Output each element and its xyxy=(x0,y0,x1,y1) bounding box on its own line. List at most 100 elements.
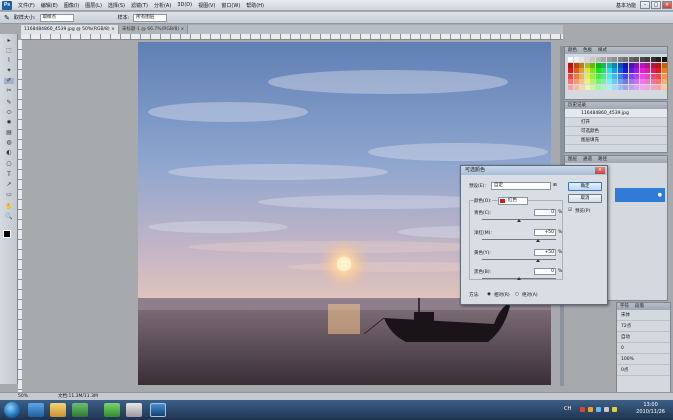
tab-photo[interactable]: 1168484860_4539.jpg @ 50%(RGB/8) × xyxy=(21,25,119,34)
swatch-cell[interactable] xyxy=(579,57,584,62)
ok-button[interactable]: 确定 xyxy=(568,182,602,191)
swatch-cell[interactable] xyxy=(606,79,612,84)
yellow-slider-thumb[interactable] xyxy=(536,259,540,262)
magenta-slider-thumb[interactable] xyxy=(536,239,540,242)
swatch-cell[interactable] xyxy=(617,68,623,73)
swatch-cell[interactable] xyxy=(645,79,650,84)
ie-icon[interactable] xyxy=(28,403,44,417)
swatch-cell[interactable] xyxy=(639,79,645,84)
black-input[interactable]: 0 xyxy=(534,268,556,275)
swatch-cell[interactable] xyxy=(595,68,601,73)
stamp-tool-icon[interactable]: ⬭ xyxy=(4,110,14,116)
swatch-cell[interactable] xyxy=(634,84,639,90)
language-indicator[interactable]: CH xyxy=(564,406,571,412)
swatch-cell[interactable] xyxy=(601,73,606,79)
relative-radio[interactable]: ◉ xyxy=(487,292,491,297)
swatch-cell[interactable] xyxy=(645,68,650,73)
menu-layer[interactable]: 图层(L) xyxy=(85,2,102,9)
brush-tool-icon[interactable]: ✎ xyxy=(4,100,14,106)
swatch-cell[interactable] xyxy=(601,62,606,68)
history-item-selective-color[interactable]: 可选颜色 xyxy=(565,127,667,136)
swatch-cell[interactable] xyxy=(617,73,623,79)
leading-field[interactable]: 自动 xyxy=(617,332,670,343)
swatch-cell[interactable] xyxy=(650,79,656,84)
swatch-cell[interactable] xyxy=(579,84,584,90)
swatch-cell[interactable] xyxy=(639,68,645,73)
gradient-tool-icon[interactable]: ◍ xyxy=(4,140,14,146)
tab-swatches[interactable]: 色板 xyxy=(583,47,592,54)
swatch-cell[interactable] xyxy=(601,79,606,84)
menu-3d[interactable]: 3D(D) xyxy=(177,2,192,8)
swatch-cell[interactable] xyxy=(617,84,623,90)
swatch-cell[interactable] xyxy=(639,57,645,62)
swatch-cell[interactable] xyxy=(579,79,584,84)
swatch-cell[interactable] xyxy=(612,62,617,68)
swatch-cell[interactable] xyxy=(617,79,623,84)
close-button[interactable]: × xyxy=(662,1,672,9)
menu-analysis[interactable]: 分析(A) xyxy=(154,2,171,9)
swatch-grid[interactable] xyxy=(568,57,667,97)
swatch-cell[interactable] xyxy=(628,68,634,73)
swatch-cell[interactable] xyxy=(573,79,579,84)
font-family-field[interactable]: 宋体 xyxy=(617,310,670,321)
folder-icon[interactable] xyxy=(50,403,66,417)
swatch-cell[interactable] xyxy=(606,68,612,73)
swatch-cell[interactable] xyxy=(568,73,573,79)
swatch-cell[interactable] xyxy=(650,57,656,62)
swatch-cell[interactable] xyxy=(568,79,573,84)
swatch-cell[interactable] xyxy=(573,84,579,90)
swatch-cell[interactable] xyxy=(661,57,667,62)
swatch-cell[interactable] xyxy=(606,57,612,62)
swatch-cell[interactable] xyxy=(595,84,601,90)
tray-icon-4[interactable] xyxy=(604,407,609,412)
scale-field[interactable]: 100% xyxy=(617,354,670,365)
swatch-cell[interactable] xyxy=(634,73,639,79)
system-clock[interactable]: 13:00 2010/11/26 xyxy=(636,402,665,416)
swatch-cell[interactable] xyxy=(634,62,639,68)
swatch-cell[interactable] xyxy=(590,84,595,90)
swatch-cell[interactable] xyxy=(601,68,606,73)
menu-view[interactable]: 视图(V) xyxy=(198,2,215,9)
swatch-cell[interactable] xyxy=(656,79,661,84)
tab-channels[interactable]: 通道 xyxy=(583,156,592,163)
zoom-tool-icon[interactable]: 🔍 xyxy=(4,214,14,220)
swatch-cell[interactable] xyxy=(650,68,656,73)
swatch-cell[interactable] xyxy=(656,68,661,73)
swatch-cell[interactable] xyxy=(595,62,601,68)
tab-untitled[interactable]: 未标题-1 @ 66.7%(RGB/8) × xyxy=(118,25,189,34)
swatch-cell[interactable] xyxy=(661,62,667,68)
dialog-close-icon[interactable]: × xyxy=(595,167,605,174)
crop-tool-icon[interactable]: ✂ xyxy=(4,88,14,94)
swatch-cell[interactable] xyxy=(639,73,645,79)
menu-file[interactable]: 文件(F) xyxy=(18,2,35,9)
swatch-cell[interactable] xyxy=(590,62,595,68)
swatch-cell[interactable] xyxy=(568,84,573,90)
swatch-cell[interactable] xyxy=(656,57,661,62)
menu-help[interactable]: 帮助(H) xyxy=(246,2,264,9)
tab-layers[interactable]: 图层 xyxy=(568,156,577,163)
app-icon[interactable] xyxy=(126,403,142,417)
yellow-input[interactable]: +50 xyxy=(534,249,556,256)
swatch-cell[interactable] xyxy=(568,57,573,62)
swatch-cell[interactable] xyxy=(634,68,639,73)
cancel-button[interactable]: 取消 xyxy=(568,194,602,203)
eraser-tool-icon[interactable]: ▤ xyxy=(4,130,14,136)
type-tool-icon[interactable]: T xyxy=(4,172,14,178)
swatch-cell[interactable] xyxy=(656,62,661,68)
swatch-cell[interactable] xyxy=(661,79,667,84)
swatch-cell[interactable] xyxy=(617,57,623,62)
swatch-cell[interactable] xyxy=(656,73,661,79)
photoshop-taskbar-icon[interactable] xyxy=(150,403,166,417)
history-snapshot[interactable]: 116484860_4539.jpg xyxy=(565,109,667,118)
swatch-cell[interactable] xyxy=(645,62,650,68)
swatch-cell[interactable] xyxy=(623,84,628,90)
swatch-cell[interactable] xyxy=(628,84,634,90)
swatch-cell[interactable] xyxy=(579,73,584,79)
swatch-cell[interactable] xyxy=(606,73,612,79)
swatch-cell[interactable] xyxy=(573,57,579,62)
swatch-cell[interactable] xyxy=(590,79,595,84)
swatch-cell[interactable] xyxy=(612,79,617,84)
magic-wand-tool-icon[interactable]: ✦ xyxy=(4,68,14,74)
swatch-cell[interactable] xyxy=(579,68,584,73)
eyedropper-icon[interactable]: ✎ xyxy=(4,14,10,22)
